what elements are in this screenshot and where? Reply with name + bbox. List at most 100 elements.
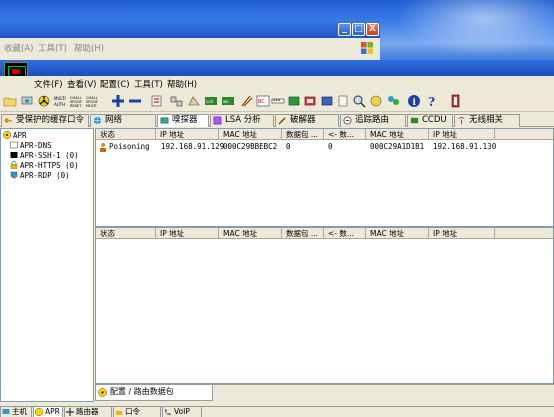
network-map-icon[interactable] [187,94,201,108]
tree-label: APR-SSH-1 (0) [20,151,79,160]
certificate-icon[interactable]: RC [256,94,270,108]
apr-packets-table: 状态 IP 地址 MAC 地址 数据包 ... <- 数... MAC 地址 I… [95,227,554,384]
col-mac[interactable]: MAC 地址 [219,129,282,140]
bssid-icon[interactable] [170,94,184,108]
lsa-icon[interactable] [240,94,254,108]
svg-text:wir: wir [223,99,229,104]
menu-config[interactable]: 配置(C) [100,78,130,90]
info-icon[interactable]: i [407,94,421,108]
apr-connections-table: 状态 IP 地址 MAC 地址 数据包 ... <- 数... MAC 地址 I… [95,128,554,227]
red-box-icon[interactable] [303,94,317,108]
search-icon[interactable] [352,94,366,108]
tab-config-routing[interactable]: 配置 / 路由数据包 [95,385,213,401]
tab-cached-passwords[interactable]: 受保护的缓存口令 [1,114,89,127]
green-box-icon[interactable] [287,94,301,108]
background-window-menubar: 收藏(A) 工具(T) 帮助(H) [0,40,380,56]
col-mac-2[interactable]: MAC 地址 [366,228,429,239]
exit-icon[interactable] [449,94,463,108]
sniffer-icon[interactable] [37,94,51,108]
svg-text:***: *** [273,99,281,105]
col-ip-2[interactable]: IP 地址 [429,129,495,140]
radiation-icon [35,408,43,416]
col-status[interactable]: 状态 [96,228,156,239]
tab-ccdu[interactable]: CCDU [407,114,453,127]
radiation-icon [98,388,107,397]
col-packets-out[interactable]: 数据包 ... [282,228,324,239]
tree-item-apr-ssh[interactable]: APR-SSH-1 (0) [10,151,79,160]
wireless-icon[interactable]: wir [221,94,235,108]
tree-label: APR [13,131,27,140]
menubar: 文件(F) 查看(V) 配置(C) 工具(T) 帮助(H) [0,76,554,90]
hash-icon[interactable] [150,94,164,108]
dots-icon[interactable]: *** [271,94,285,108]
svg-text:RESET: RESET [70,104,82,108]
tab-label: CCDU [422,115,447,125]
col-ip[interactable]: IP 地址 [156,228,219,239]
tab-label: 路由器 [76,407,99,416]
tab-label: 口令 [125,407,140,416]
tab-sniffer[interactable]: 嗅探器 [157,114,209,127]
open-folder-icon[interactable] [3,94,17,108]
app-titlebar[interactable] [0,60,554,76]
background-window-titlebar[interactable]: _ □ X [0,20,380,38]
tree-item-apr-rdp[interactable]: APR-RDP (0) [10,171,70,180]
dictionary-icon[interactable] [336,94,350,108]
col-mac[interactable]: MAC 地址 [219,228,282,239]
network-icon[interactable] [20,94,34,108]
ccdu-icon [410,117,419,124]
tree-item-apr[interactable]: APR [3,131,27,140]
tab-label: 受保护的缓存口令 [16,115,85,125]
col-status[interactable]: 状态 [96,129,156,140]
ccdu-icon[interactable]: ccd [204,94,218,108]
chall-spoof-reset-icon[interactable]: CHALLSPOOFMULTI [86,94,100,108]
chall-spoof-icon[interactable]: CHALLSPOOFRESET [70,94,84,108]
users-icon[interactable] [386,94,400,108]
blue-box-icon[interactable] [320,94,334,108]
wireless-icon [458,117,465,125]
tab-label: VoIP [174,407,190,416]
menu-file[interactable]: 文件(F) [34,78,63,90]
remove-icon[interactable] [128,94,142,108]
menu-tools[interactable]: 工具(T) [134,78,163,90]
tree-label: APR-DNS [20,141,52,150]
tab-hosts[interactable]: 主机 [0,407,32,417]
tree-item-apr-dns[interactable]: APR-DNS [10,141,52,150]
col-packets-in[interactable]: <- 数... [324,129,366,140]
col-packets-in[interactable]: <- 数... [324,228,366,239]
col-mac-2[interactable]: MAC 地址 [366,129,429,140]
maximize-button[interactable]: □ [352,23,365,36]
help-icon[interactable]: ? [425,94,439,108]
col-ip-2[interactable]: IP 地址 [429,228,495,239]
close-button[interactable]: X [366,23,379,36]
menu-tools[interactable]: 工具(T) [38,42,67,54]
tab-voip[interactable]: VoIP [162,407,202,417]
svg-text:?: ? [428,95,435,108]
sniffer-icon [160,117,169,124]
tab-cracker[interactable]: 破解器 [275,114,339,127]
svg-text:ccd: ccd [206,99,213,104]
voip-icon [165,409,171,415]
arp-auth-icon[interactable]: MULTIAUTH [54,94,68,108]
add-icon[interactable] [111,94,125,108]
tab-wireless[interactable]: 无线相关 [454,114,520,127]
cracker-icon [278,117,286,125]
tab-lsa[interactable]: LSA 分析 [210,114,274,127]
menu-help[interactable]: 帮助(H) [74,42,104,54]
tab-label: 破解器 [290,115,316,125]
menu-view[interactable]: 查看(V) [67,78,96,90]
tree-item-apr-https[interactable]: APR-HTTPS (0) [10,161,79,170]
tab-apr[interactable]: APR [33,407,63,417]
col-packets-out[interactable]: 数据包 ... [282,129,324,140]
tab-label: 网络 [105,115,123,125]
minimize-button[interactable]: _ [338,23,351,36]
tab-traceroute[interactable]: 追踪路由 [340,114,406,127]
menu-help[interactable]: 帮助(H) [167,78,197,90]
tab-network[interactable]: 网络 [90,114,156,127]
tree-label: APR-RDP (0) [20,171,70,180]
menu-favorites[interactable]: 收藏(A) [4,42,33,54]
tab-passwords[interactable]: 口令 [113,407,161,417]
col-ip[interactable]: IP 地址 [156,129,219,140]
tab-routers[interactable]: 路由器 [64,407,112,417]
stats-icon[interactable] [369,94,383,108]
tab-label: 主机 [12,407,27,416]
